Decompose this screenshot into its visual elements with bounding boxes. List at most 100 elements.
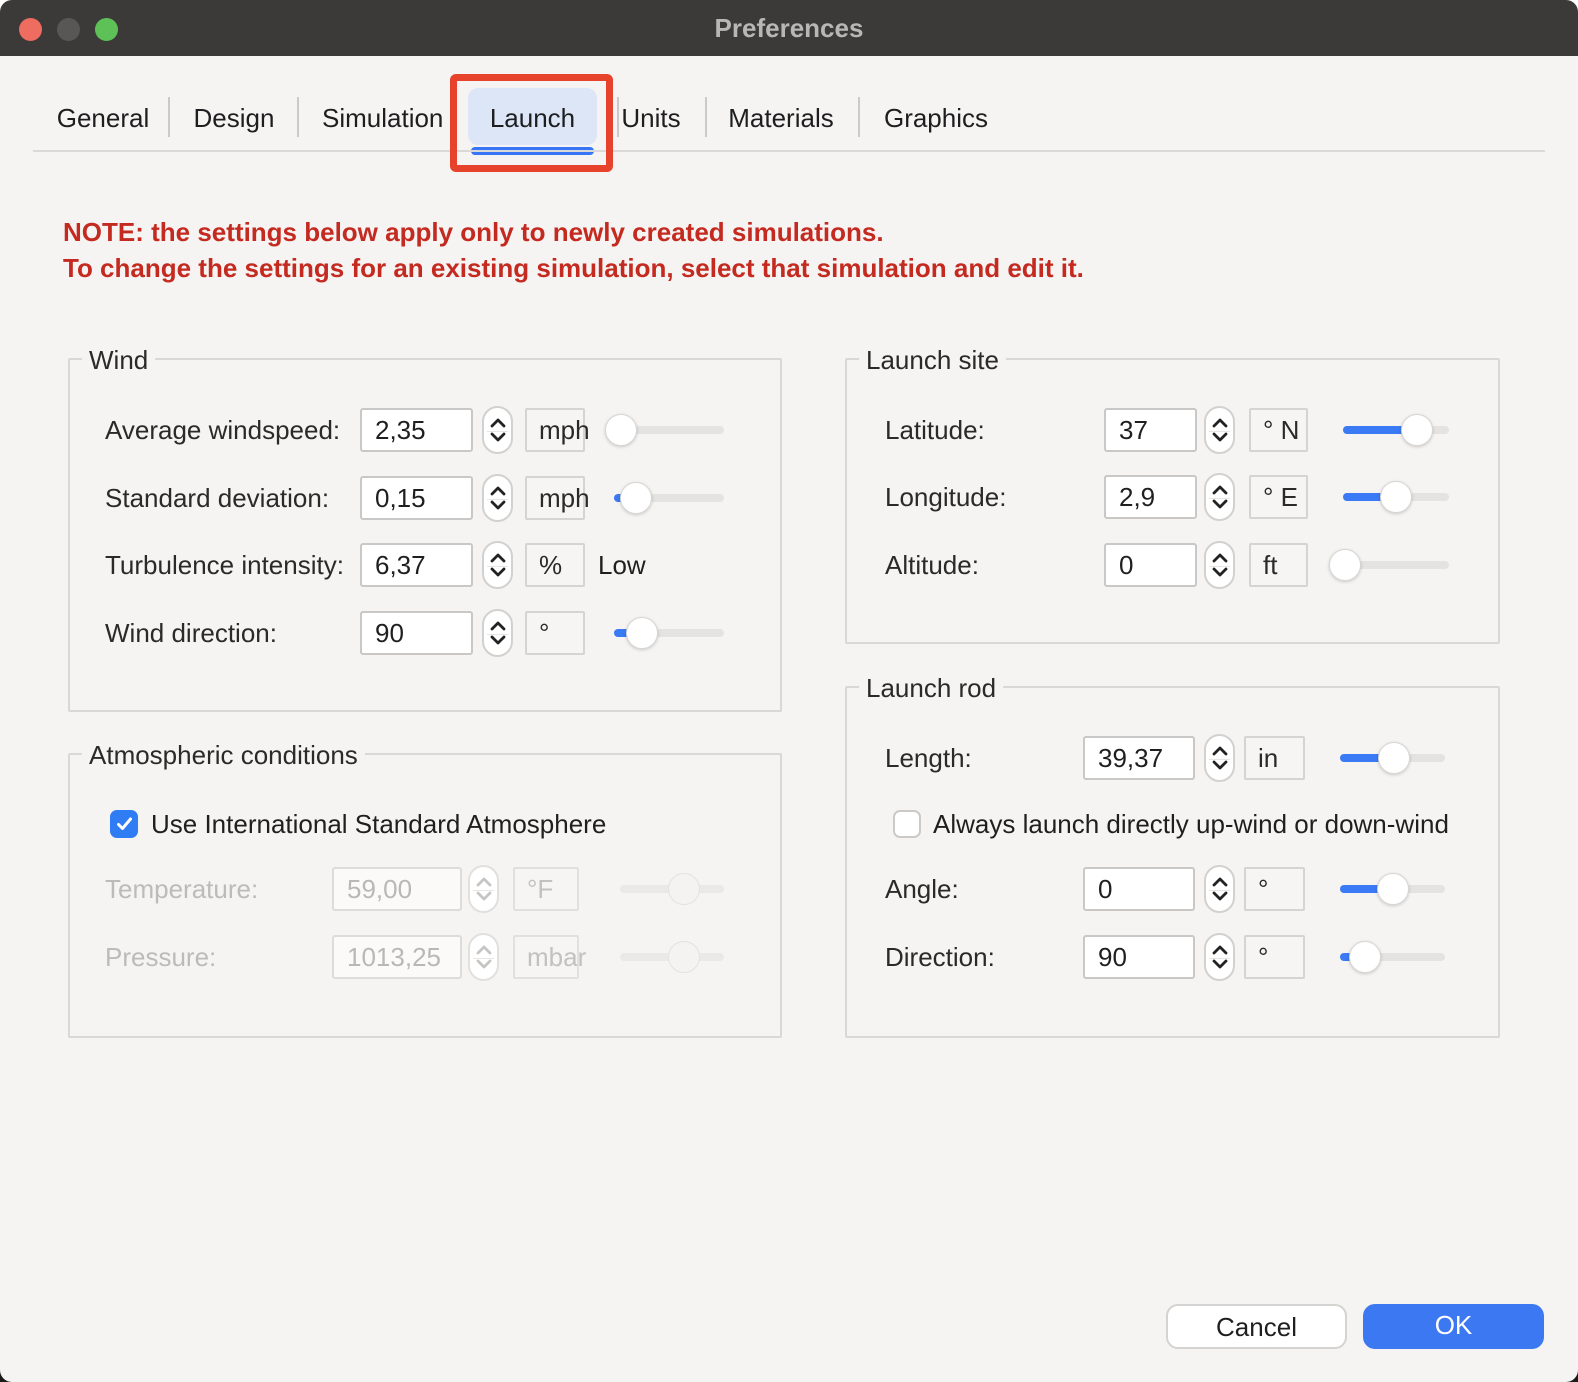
longitude-stepper[interactable] (1204, 473, 1235, 521)
rod-direction-slider[interactable] (1340, 933, 1445, 981)
stepper-divider (1209, 498, 1230, 499)
stepper-divider (1209, 890, 1230, 891)
note-line-2: To change the settings for an existing s… (63, 250, 1084, 286)
ok-button[interactable]: OK (1363, 1304, 1544, 1349)
latitude-stepper[interactable] (1204, 406, 1235, 454)
wind-direction-input[interactable]: 90 (360, 611, 473, 655)
minimize-button[interactable] (57, 18, 80, 41)
longitude-unit-button[interactable]: ° E (1249, 475, 1308, 519)
chevron-up-icon (1212, 746, 1228, 756)
chevron-up-icon (1212, 485, 1228, 495)
tab-units[interactable]: Units (611, 92, 691, 144)
slider-thumb[interactable] (1380, 481, 1412, 513)
altitude-slider[interactable] (1343, 541, 1449, 589)
chevron-up-icon (1212, 418, 1228, 428)
latitude-input[interactable]: 37 (1104, 408, 1197, 452)
chevron-down-icon (1212, 760, 1228, 770)
title-bar: Preferences (0, 0, 1578, 56)
tab-bar: General Design Simulation Launch Units M… (0, 74, 1578, 154)
tab-separator (297, 97, 299, 137)
wind-direction-stepper[interactable] (482, 609, 513, 657)
rod-length-row: Length: 39,37 in (0, 734, 1578, 782)
stepper-divider (1209, 958, 1230, 959)
rod-angle-slider[interactable] (1340, 865, 1445, 913)
slider-thumb[interactable] (1377, 873, 1409, 905)
chevron-down-icon (1212, 891, 1228, 901)
close-button[interactable] (19, 18, 42, 41)
rod-length-slider[interactable] (1340, 734, 1445, 782)
rod-angle-row: Angle: 0 ° (0, 865, 1578, 913)
chevron-up-icon (490, 621, 506, 631)
altitude-stepper[interactable] (1204, 541, 1235, 589)
upwind-checkbox[interactable] (893, 810, 921, 838)
slider-thumb[interactable] (1378, 742, 1410, 774)
altitude-input[interactable]: 0 (1104, 543, 1197, 587)
chevron-down-icon (1212, 499, 1228, 509)
tab-graphics[interactable]: Graphics (881, 92, 991, 144)
tab-design[interactable]: Design (184, 92, 284, 144)
slider-thumb[interactable] (1401, 414, 1433, 446)
window-title: Preferences (0, 0, 1578, 56)
tab-separator (168, 97, 170, 137)
upwind-checkbox-label[interactable]: Always launch directly up-wind or down-w… (933, 800, 1449, 848)
chevron-up-icon (1212, 553, 1228, 563)
rod-direction-row: Direction: 90 ° (0, 933, 1578, 981)
tab-general[interactable]: General (48, 92, 158, 144)
altitude-row: Altitude: 0 ft (0, 541, 1578, 589)
chevron-down-icon (1212, 567, 1228, 577)
longitude-label: Longitude: (885, 473, 1006, 521)
launch-rod-group-title: Launch rod (859, 672, 1003, 704)
note-text: NOTE: the settings below apply only to n… (63, 214, 1084, 286)
rod-direction-label: Direction: (885, 933, 995, 981)
tab-separator (705, 97, 707, 137)
tab-separator (858, 97, 860, 137)
stepper-divider (487, 634, 508, 635)
slider-thumb[interactable] (626, 617, 658, 649)
longitude-slider[interactable] (1343, 473, 1449, 521)
stepper-divider (1209, 431, 1230, 432)
upwind-checkbox-row: Always launch directly up-wind or down-w… (0, 800, 1578, 848)
wind-direction-slider[interactable] (614, 609, 724, 657)
rod-angle-input[interactable]: 0 (1083, 867, 1195, 911)
slider-thumb[interactable] (1349, 941, 1381, 973)
slider-thumb[interactable] (1329, 549, 1361, 581)
longitude-input[interactable]: 2,9 (1104, 475, 1197, 519)
stepper-divider (1209, 759, 1230, 760)
preferences-window: Preferences General Design Simulation La… (0, 0, 1578, 1382)
chevron-up-icon (1212, 945, 1228, 955)
chevron-down-icon (1212, 432, 1228, 442)
latitude-label: Latitude: (885, 406, 985, 454)
note-line-1: NOTE: the settings below apply only to n… (63, 214, 1084, 250)
longitude-row: Longitude: 2,9 ° E (0, 473, 1578, 521)
latitude-unit-button[interactable]: ° N (1249, 408, 1308, 452)
rod-direction-unit-button[interactable]: ° (1244, 935, 1305, 979)
wind-direction-label: Wind direction: (105, 609, 277, 657)
rod-length-input[interactable]: 39,37 (1083, 736, 1195, 780)
launch-site-group-title: Launch site (859, 344, 1006, 376)
tab-materials[interactable]: Materials (726, 92, 836, 144)
chevron-down-icon (490, 635, 506, 645)
rod-angle-unit-button[interactable]: ° (1244, 867, 1305, 911)
tab-simulation[interactable]: Simulation (322, 92, 442, 144)
rod-angle-stepper[interactable] (1204, 865, 1235, 913)
rod-length-label: Length: (885, 734, 972, 782)
stepper-divider (1209, 566, 1230, 567)
chevron-up-icon (1212, 877, 1228, 887)
altitude-label: Altitude: (885, 541, 979, 589)
cancel-button[interactable]: Cancel (1166, 1304, 1347, 1349)
red-annotation-rectangle (450, 74, 613, 172)
tab-divider-line (33, 150, 1545, 152)
rod-length-stepper[interactable] (1204, 734, 1235, 782)
latitude-slider[interactable] (1343, 406, 1449, 454)
rod-length-unit-button[interactable]: in (1244, 736, 1305, 780)
rod-angle-label: Angle: (885, 865, 959, 913)
wind-direction-row: Wind direction: 90 ° (0, 609, 1578, 657)
altitude-unit-button[interactable]: ft (1249, 543, 1308, 587)
chevron-down-icon (1212, 959, 1228, 969)
wind-direction-unit-button[interactable]: ° (525, 611, 585, 655)
wind-group-title: Wind (82, 344, 155, 376)
rod-direction-stepper[interactable] (1204, 933, 1235, 981)
rod-direction-input[interactable]: 90 (1083, 935, 1195, 979)
zoom-button[interactable] (95, 18, 118, 41)
latitude-row: Latitude: 37 ° N (0, 406, 1578, 454)
